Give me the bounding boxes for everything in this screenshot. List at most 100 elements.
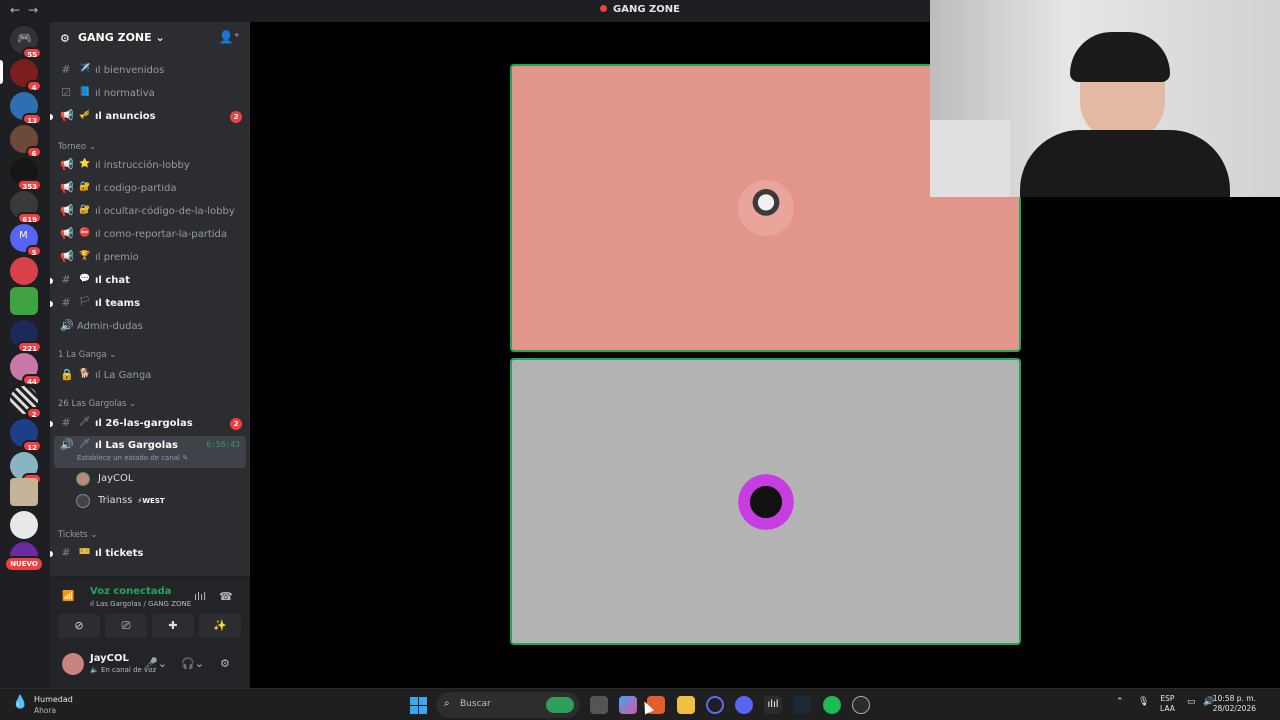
gear-icon[interactable]: ⚙	[220, 657, 230, 670]
server-icon-14[interactable]	[10, 478, 38, 506]
microphone-icon[interactable]: 🎤⌄	[144, 657, 167, 670]
channel-instruccion-lobby[interactable]: 📢 ⭐ ıl instrucción-lobby	[50, 156, 250, 176]
settings-app-icon[interactable]	[852, 696, 870, 714]
camera-off-button[interactable]: ⊘	[58, 614, 100, 638]
keyboard-layout: LAA	[1160, 704, 1175, 713]
speaker-icon: 🔊	[60, 438, 74, 451]
server-icon-7[interactable]	[10, 257, 38, 285]
channel-emoji: ⛔	[79, 228, 91, 238]
channel-como-reportar[interactable]: 📢 ⛔ ıl como-reportar-la-partida	[50, 225, 250, 245]
server-icon-2[interactable]: 13	[10, 92, 42, 125]
server-badge: 13	[22, 113, 42, 125]
copilot-icon[interactable]	[619, 696, 637, 714]
server-name: GANG ZONE ⌄	[78, 31, 165, 44]
tray-overflow-icon[interactable]: ⌃	[1116, 697, 1124, 707]
channel-admin-dudas[interactable]: 🔊 Admin-dudas	[50, 317, 250, 337]
task-view-icon[interactable]	[590, 696, 608, 714]
channel-emoji: 🔐	[79, 182, 91, 192]
taskbar-search[interactable]: ⌕ Buscar	[436, 692, 580, 718]
headphones-icon[interactable]: 🎧⌄	[181, 657, 204, 670]
clock-time: 10:58 p. m.	[1212, 694, 1256, 703]
taskbar-clock[interactable]: 10:58 p. m. 28/02/2026	[1213, 694, 1256, 714]
activities-button[interactable]: ✚	[152, 614, 194, 638]
channel-codigo-partida[interactable]: 📢 🔐 ıl codigo-partida	[50, 179, 250, 199]
tray-microphone-icon[interactable]: 🎙	[1138, 697, 1149, 707]
channel-normativa[interactable]: ☑ 📘 ıl normativa	[50, 84, 250, 104]
language-code: ESP	[1160, 694, 1175, 703]
hash-icon: #	[61, 63, 71, 76]
noise-suppression-icon[interactable]: ılıl	[194, 590, 206, 603]
channel-anuncios[interactable]: 📢 🎺 ıl anuncios 2	[50, 107, 250, 127]
category-label: 26 Las Gargolas	[58, 399, 127, 409]
member-clan-tag: ⚡WEST	[137, 497, 165, 505]
server-icon-3[interactable]: 6	[10, 125, 42, 158]
channel-emoji: 🗡	[79, 417, 91, 427]
channel-emoji: 🗡	[79, 439, 91, 449]
server-icon-16[interactable]	[10, 542, 38, 556]
announcement-icon: 📢	[60, 227, 74, 240]
screen-share-button[interactable]: ⎚	[105, 614, 147, 638]
user-name[interactable]: JayCOL	[90, 653, 129, 664]
chevron-down-icon: ⌄	[129, 399, 137, 409]
server-icon-13[interactable]: 21	[10, 452, 42, 485]
channel-26-las-gargolas[interactable]: # 🗡 ıl 26-las-gargolas 2	[50, 414, 250, 434]
channel-emoji: 🏆	[79, 251, 91, 261]
server-icon-12[interactable]: 12	[10, 419, 42, 452]
channel-bienvenidos[interactable]: # ✈️ ıl bienvenidos	[50, 61, 250, 81]
participant-tile-trianss[interactable]	[510, 358, 1021, 645]
mention-badge: 2	[230, 418, 242, 430]
channel-label: ıl chat	[95, 275, 130, 286]
server-icon-6[interactable]: M5	[10, 224, 42, 257]
file-explorer-icon[interactable]	[677, 696, 695, 714]
avatar[interactable]	[62, 653, 84, 675]
network-icon[interactable]: ▭	[1187, 697, 1196, 707]
server-icon-10[interactable]: 44	[10, 353, 42, 386]
spotify-icon[interactable]	[823, 696, 841, 714]
server-icon-15[interactable]	[10, 511, 38, 539]
server-icon-11[interactable]: 2	[10, 386, 42, 419]
server-badge: 221	[17, 341, 42, 353]
category-torneo[interactable]: Torneo ⌄	[58, 142, 96, 152]
channel-status-input[interactable]: Establece un estado de canal ✎	[77, 454, 188, 462]
server-icon-5[interactable]: 619	[10, 191, 42, 224]
soundboard-button[interactable]: ✨	[199, 614, 241, 638]
voice-location[interactable]: ıl Las Gargolas / GANG ZONE	[90, 600, 191, 608]
category-las-gargolas[interactable]: 26 Las Gargolas ⌄	[58, 399, 136, 409]
server-icon-4[interactable]: 353	[10, 158, 42, 191]
weather-title[interactable]: Humedad	[34, 695, 73, 704]
hash-icon: #	[61, 416, 71, 429]
channel-tickets[interactable]: # 🎫 ıl tickets	[50, 544, 250, 564]
server-badge: 44	[22, 374, 42, 386]
channel-la-ganga[interactable]: 🔒 🐕 ıl La Ganga	[50, 366, 250, 386]
server-header[interactable]: ⚙ GANG ZONE ⌄ 👤⁺	[50, 22, 250, 54]
channel-emoji: 🐕	[79, 369, 91, 379]
language-indicator[interactable]: ESP LAA	[1160, 694, 1175, 714]
channel-premio[interactable]: 📢 🏆 ıl premio	[50, 248, 250, 268]
voice-connected-label[interactable]: Voz conectada	[90, 586, 171, 597]
voice-connection-panel: 📶 Voz conectada ıl Las Gargolas / GANG Z…	[50, 576, 250, 688]
steam-icon[interactable]	[793, 696, 811, 714]
channel-teams[interactable]: # 🏳 ıl teams	[50, 294, 250, 314]
direct-messages-icon[interactable]: 🎮 55	[10, 26, 42, 59]
cortana-icon[interactable]	[706, 696, 724, 714]
channel-label: ıl premio	[95, 252, 139, 263]
discord-icon[interactable]	[735, 696, 753, 714]
disconnect-icon[interactable]: ☎	[219, 590, 233, 603]
server-icon-9[interactable]: 221	[10, 320, 42, 353]
server-rail: 🎮55 4 13 6 353 619 M5 221 44 2 12 21 NUE…	[0, 22, 50, 688]
weather-icon[interactable]: 💧	[12, 695, 28, 710]
signal-icon[interactable]: 📶	[62, 591, 74, 602]
category-tickets[interactable]: Tickets ⌄	[58, 530, 97, 540]
search-icon: ⌕	[444, 698, 450, 709]
server-icon-1[interactable]: 4	[10, 59, 42, 92]
invite-people-icon[interactable]: 👤⁺	[219, 30, 240, 44]
channel-chat[interactable]: # 💬 ıl chat	[50, 271, 250, 291]
unread-indicator	[50, 421, 53, 427]
audio-app-icon[interactable]: ılıl	[764, 696, 782, 714]
server-icon-8[interactable]	[10, 287, 38, 315]
start-button[interactable]	[410, 697, 427, 714]
voice-member-name: Trianss ⚡WEST	[98, 495, 165, 506]
voice-channel-las-gargolas[interactable]: 🔊 🗡 ıl Las Gargolas 6:56:43 Establece un…	[54, 436, 246, 468]
channel-ocultar-codigo[interactable]: 📢 🔐 ıl ocultar-código-de-la-lobby	[50, 202, 250, 222]
category-la-ganga[interactable]: 1 La Ganga ⌄	[58, 350, 116, 360]
